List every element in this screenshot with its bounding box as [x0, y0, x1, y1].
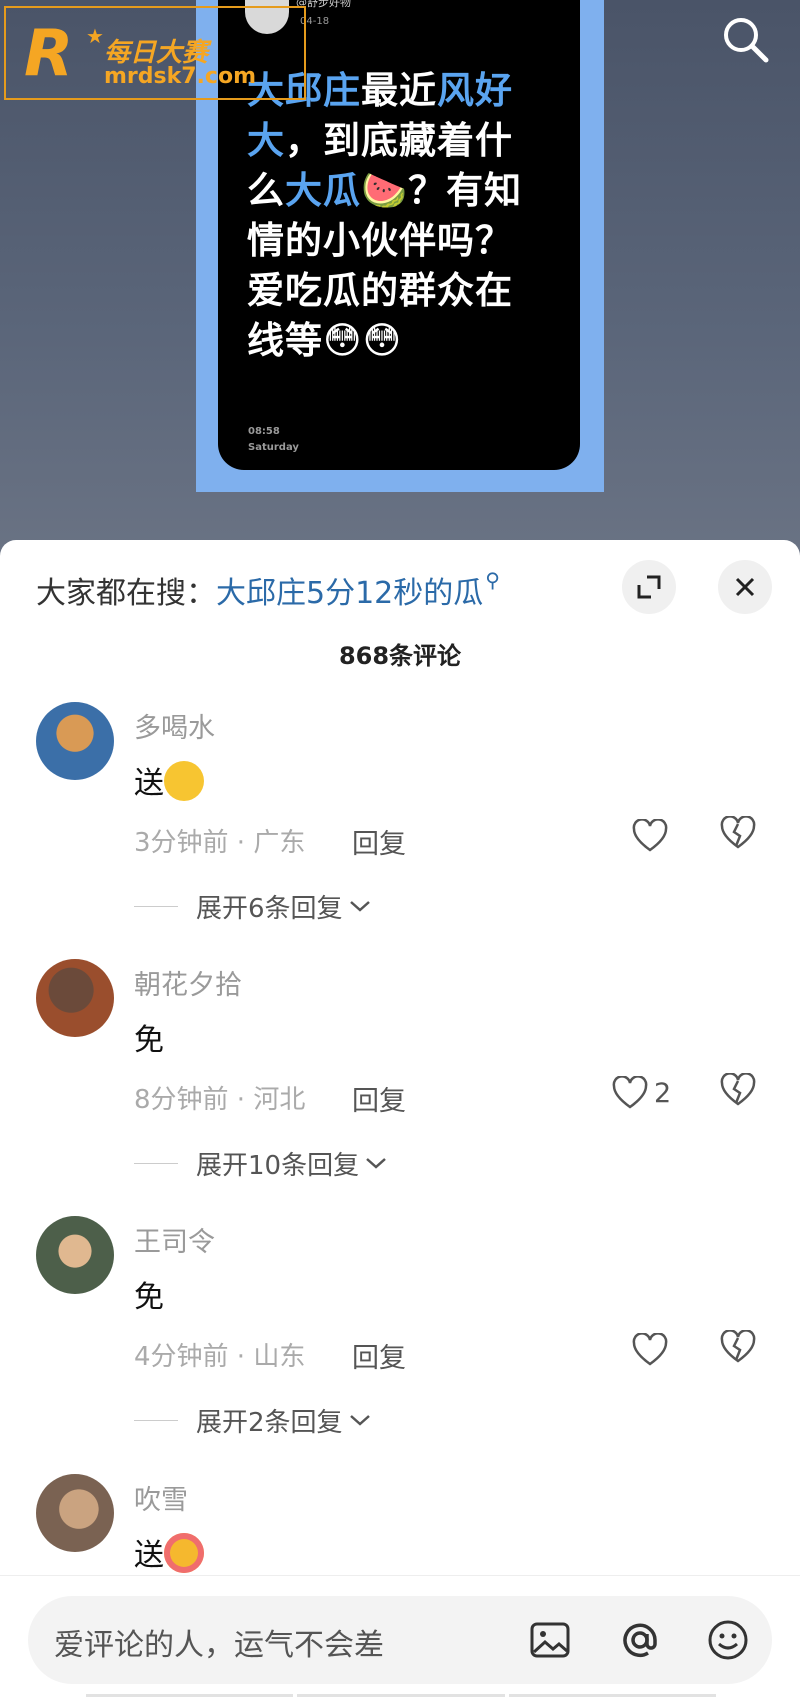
expand-replies[interactable]: 展开2条回复 [134, 1400, 373, 1440]
post-text-highlight: 大瓜 [285, 169, 361, 212]
emoji-icon [164, 1532, 204, 1573]
broken-heart-icon [720, 815, 756, 849]
comment-author[interactable]: 朝花夕拾 [134, 963, 242, 1002]
chevron-down-icon [366, 1158, 386, 1169]
post-text-segment: 🍉？有知 [361, 169, 523, 212]
image-icon [530, 1622, 570, 1658]
expand-replies-label: 展开6条回复 [196, 893, 343, 924]
comment-text: 送 [134, 1530, 204, 1577]
expand-replies-label: 展开2条回复 [196, 1407, 343, 1438]
post-text-segment: 最近 [361, 69, 437, 112]
watermark-url: mrdsk7.com [104, 64, 256, 89]
expand-replies[interactable]: 展开6条回复 [134, 886, 373, 926]
chevron-down-icon [349, 901, 370, 912]
mention-button[interactable] [618, 1618, 662, 1662]
post-text-segment: 么 [247, 169, 285, 212]
heart-icon [632, 1333, 668, 1366]
expand-icon [637, 575, 661, 599]
post-text-segment: 爱吃瓜的群众在 [247, 269, 513, 312]
comment-text-value: 送 [134, 766, 164, 801]
search-icon [724, 18, 769, 63]
comment-text-value: 送 [134, 1538, 164, 1573]
comment-author[interactable]: 王司令 [134, 1220, 215, 1259]
post-text-line: 么大瓜🍉？有知 [247, 166, 547, 216]
watermark: R ★ 每日大赛 mrdsk7.com [4, 6, 306, 100]
reply-button[interactable]: 回复 [352, 822, 406, 861]
expand-sheet-button[interactable] [622, 560, 676, 614]
comment-meta: 4分钟前 · 山东 [134, 1342, 306, 1372]
chevron-down-icon [349, 1415, 370, 1426]
expand-replies-label: 展开10条回复 [196, 1150, 360, 1181]
reply-button[interactable]: 回复 [352, 1336, 406, 1375]
star-icon: ★ [86, 24, 104, 48]
like-button[interactable] [632, 816, 668, 856]
post-text-line: 爱吃瓜的群众在 [247, 266, 547, 316]
hot-search-label: 大家都在搜： [36, 576, 216, 611]
divider [134, 1419, 178, 1421]
watermark-logo-letter: R [24, 17, 74, 91]
divider [134, 1162, 178, 1164]
smile-icon [708, 1620, 748, 1660]
avatar[interactable] [36, 1216, 114, 1294]
avatar[interactable] [36, 959, 114, 1037]
post-text-highlight: 风好 [437, 69, 513, 112]
comment-count: 868条评论 [338, 642, 462, 670]
comment-author[interactable]: 吹雪 [134, 1478, 188, 1517]
comment-input-area: 爱评论的人，运气不会差 [0, 1575, 800, 1702]
emoji-button[interactable] [706, 1618, 750, 1662]
comment-author[interactable]: 多喝水 [134, 706, 215, 745]
search-small-icon: ⚲ [485, 568, 500, 592]
at-icon [623, 1623, 657, 1658]
bottom-indicator [86, 1694, 716, 1697]
like-button[interactable]: 2 [612, 1073, 671, 1113]
post-time-clock: 08:58 [248, 426, 280, 437]
heart-icon [612, 1076, 648, 1109]
reply-button[interactable]: 回复 [352, 1079, 406, 1118]
dislike-button[interactable] [720, 1329, 756, 1368]
dislike-button[interactable] [720, 815, 756, 854]
broken-heart-icon [720, 1072, 756, 1106]
comment-text: 送 [134, 758, 204, 805]
divider [134, 905, 178, 907]
post-text-segment: 线等😳😳 [247, 319, 403, 362]
close-sheet-button[interactable] [718, 560, 772, 614]
post-text-highlight: 大 [247, 119, 285, 162]
hot-search-link[interactable]: 大邱庄5分12秒的瓜 [216, 568, 483, 612]
broken-heart-icon [720, 1329, 756, 1363]
search-button[interactable] [720, 14, 772, 66]
comment-input-placeholder: 爱评论的人，运气不会差 [54, 1628, 384, 1663]
post-text: 大邱庄最近风好 大，到底藏着什 么大瓜🍉？有知 情的小伙伴吗？ 爱吃瓜的群众在 线等😳😳 [247, 66, 547, 366]
heart-icon [632, 819, 668, 852]
comment-sheet: 大家都在搜： 大邱庄5分12秒的瓜 ⚲ 868条评论 多喝水 送 3分钟前 · … [0, 540, 800, 1701]
comment-text: 免 [134, 1023, 164, 1058]
comment-meta: 8分钟前 · 河北 [134, 1085, 306, 1115]
post-text-line: 线等😳😳 [247, 316, 547, 366]
close-icon [735, 577, 755, 597]
comment-text: 免 [134, 1280, 164, 1315]
post-text-line: 情的小伙伴吗？ [247, 216, 547, 266]
emoji-icon [164, 760, 204, 801]
post-time-day: Saturday [248, 442, 299, 453]
post-text-segment: 情的小伙伴吗？ [247, 219, 513, 262]
dislike-button[interactable] [720, 1072, 756, 1111]
avatar[interactable] [36, 1474, 114, 1552]
like-count: 2 [654, 1077, 672, 1109]
post-text-segment: ，到底藏着什 [285, 119, 513, 162]
avatar[interactable] [36, 702, 114, 780]
post-text-line: 大，到底藏着什 [247, 116, 547, 166]
hot-search-row[interactable]: 大家都在搜： 大邱庄5分12秒的瓜 ⚲ [36, 568, 500, 612]
expand-replies[interactable]: 展开10条回复 [134, 1143, 389, 1183]
like-button[interactable] [632, 1330, 668, 1370]
comment-meta: 3分钟前 · 广东 [134, 828, 306, 858]
post-time: 08:58 Saturday [248, 424, 299, 456]
comment-input[interactable]: 爱评论的人，运气不会差 [28, 1596, 772, 1684]
image-button[interactable] [528, 1618, 572, 1662]
